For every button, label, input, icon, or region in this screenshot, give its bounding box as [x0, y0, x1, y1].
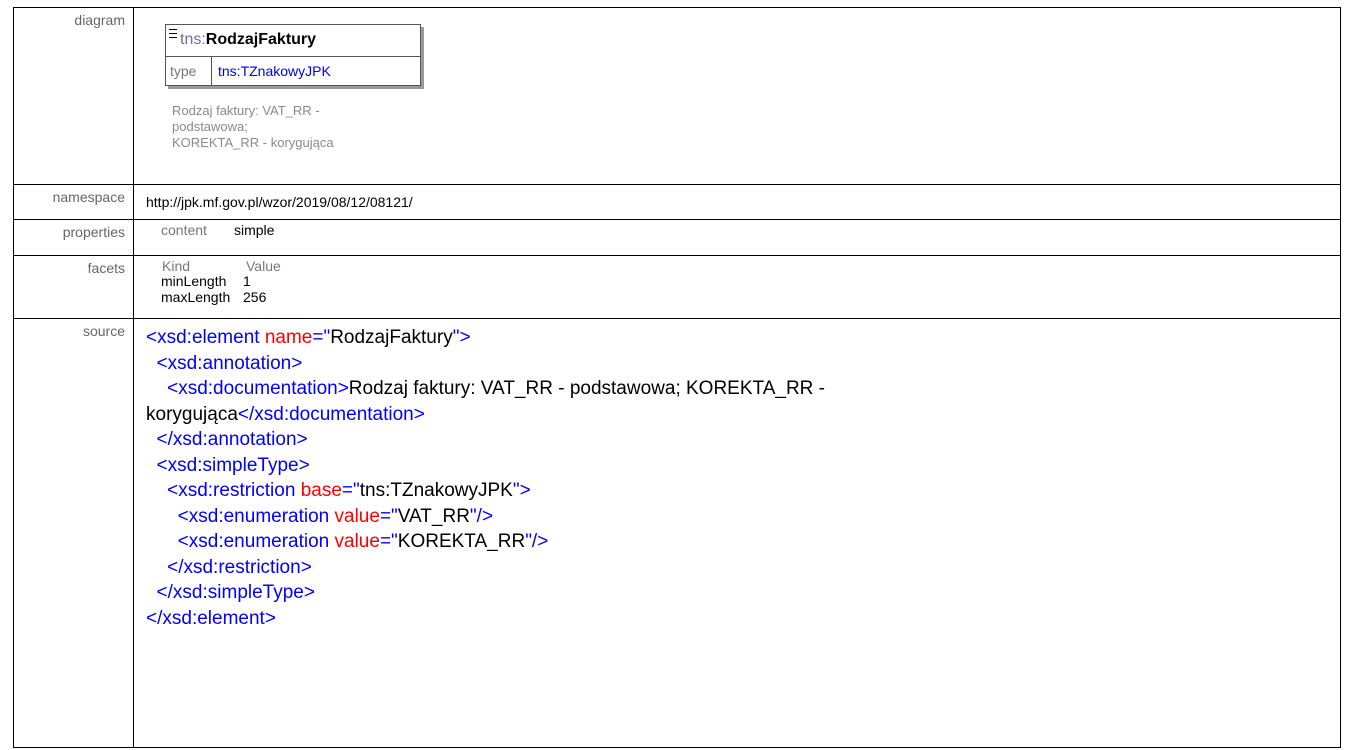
source-line: korygująca</xsd:documentation>: [146, 402, 1340, 428]
source-attribute-name: value: [334, 505, 380, 527]
element-title: tns:RodzajFaktury: [166, 25, 420, 55]
source-label: source: [13, 318, 134, 748]
element-annotation: Rodzaj faktury: VAT_RR - podstawowa; KOR…: [172, 103, 402, 151]
namespace-value: http://jpk.mf.gov.pl/wzor/2019/08/12/081…: [146, 194, 413, 210]
source-attribute-name: name: [264, 327, 313, 348]
element-type-row: type tns:TZnakowyJPK: [166, 56, 420, 85]
element-content-icon: [169, 29, 177, 38]
source-text: RodzajFaktury: [330, 327, 453, 348]
source-attribute-name: base: [300, 480, 342, 501]
source-markup: ">: [452, 327, 471, 348]
source-markup: <xsd:simpleType>: [146, 454, 310, 476]
source-line: <xsd:restriction base="tns:TZnakowyJPK">: [146, 478, 1340, 504]
source-line: <xsd:simpleType>: [146, 453, 1340, 479]
facets-row: facets Kind Value minLength 1 maxLength …: [13, 255, 1341, 319]
source-markup: <xsd:documentation>: [146, 378, 349, 399]
source-text: tns:TZnakowyJPK: [359, 480, 513, 501]
source-markup: </xsd:annotation>: [146, 429, 308, 450]
source-markup: <xsd:enumeration: [146, 531, 335, 552]
source-markup: <xsd:annotation>: [146, 352, 303, 374]
element-doc-table: diagram tns:RodzajFaktury type tns:TZnak…: [13, 7, 1341, 748]
properties-row: properties content simple: [13, 219, 1341, 256]
facet-kind: maxLength: [161, 289, 231, 305]
facet-value: 256: [243, 289, 267, 305]
source-line: <xsd:enumeration value="KOREKTA_RR"/>: [146, 529, 1340, 555]
source-markup: <xsd:enumeration: [146, 505, 335, 527]
property-value: simple: [234, 222, 275, 238]
source-markup: </xsd:simpleType>: [146, 582, 315, 603]
properties-label: properties: [13, 219, 134, 256]
source-markup: </xsd:element>: [146, 607, 276, 629]
namespace-cell: http://jpk.mf.gov.pl/wzor/2019/08/12/081…: [133, 184, 1341, 220]
source-markup: =": [341, 480, 360, 501]
source-markup: <xsd:element: [146, 327, 265, 348]
annotation-line: podstawowa;: [172, 119, 248, 134]
facets-label: facets: [13, 255, 134, 319]
diagram-row: diagram tns:RodzajFaktury type tns:TZnak…: [13, 7, 1341, 185]
properties-cell: content simple: [133, 219, 1341, 256]
source-text: korygująca: [146, 403, 238, 425]
source-markup: =": [379, 531, 398, 552]
namespace-row: namespace http://jpk.mf.gov.pl/wzor/2019…: [13, 184, 1341, 220]
namespace-label: namespace: [13, 184, 134, 220]
facets-table: Kind Value minLength 1 maxLength 256: [134, 256, 1340, 318]
source-text: Rodzaj faktury: VAT_RR - podstawowa; KOR…: [348, 378, 826, 399]
source-cell: <xsd:element name="RodzajFaktury"> <xsd:…: [133, 318, 1341, 748]
source-markup: </xsd:documentation>: [237, 403, 425, 425]
source-line: <xsd:element name="RodzajFaktury">: [146, 325, 1340, 351]
type-link[interactable]: tns:TZnakowyJPK: [218, 57, 331, 85]
source-markup: "/>: [525, 531, 549, 552]
source-code: <xsd:element name="RodzajFaktury"> <xsd:…: [134, 319, 1340, 631]
element-diagram: tns:RodzajFaktury type tns:TZnakowyJPK R…: [134, 8, 1340, 184]
source-line: </xsd:simpleType>: [146, 580, 1340, 606]
source-attribute-name: value: [334, 531, 380, 552]
source-markup: </xsd:restriction>: [146, 556, 312, 578]
properties-table: content simple: [134, 220, 1340, 255]
facets-cell: Kind Value minLength 1 maxLength 256: [133, 255, 1341, 319]
type-label: type: [166, 57, 212, 85]
annotation-line: Rodzaj faktury: VAT_RR -: [172, 103, 320, 118]
source-line: <xsd:documentation>Rodzaj faktury: VAT_R…: [146, 376, 1340, 402]
diagram-label: diagram: [13, 7, 134, 185]
source-row: source <xsd:element name="RodzajFaktury"…: [13, 318, 1341, 748]
source-markup: =": [379, 505, 398, 527]
facet-value: 1: [243, 273, 251, 289]
source-line: </xsd:restriction>: [146, 555, 1340, 581]
source-markup: "/>: [469, 505, 494, 527]
facets-header-kind: Kind: [162, 258, 191, 274]
element-name: RodzajFaktury: [205, 31, 317, 48]
source-markup: =": [312, 327, 331, 348]
source-line: <xsd:annotation>: [146, 351, 1340, 377]
element-box[interactable]: tns:RodzajFaktury type tns:TZnakowyJPK: [165, 24, 421, 86]
property-key: content: [161, 222, 207, 238]
source-line: </xsd:annotation>: [146, 427, 1340, 453]
facet-kind: minLength: [161, 273, 227, 289]
source-line: </xsd:element>: [146, 606, 1340, 632]
annotation-line: KOREKTA_RR - korygująca: [172, 135, 334, 150]
source-line: <xsd:enumeration value="VAT_RR"/>: [146, 504, 1340, 530]
diagram-cell: tns:RodzajFaktury type tns:TZnakowyJPK R…: [133, 7, 1341, 185]
source-text: KOREKTA_RR: [397, 531, 526, 552]
source-markup: ">: [512, 480, 531, 501]
element-prefix: tns:: [180, 31, 206, 48]
source-markup: <xsd:restriction: [146, 480, 301, 501]
source-text: VAT_RR: [397, 505, 470, 527]
facets-header-value: Value: [246, 258, 281, 274]
